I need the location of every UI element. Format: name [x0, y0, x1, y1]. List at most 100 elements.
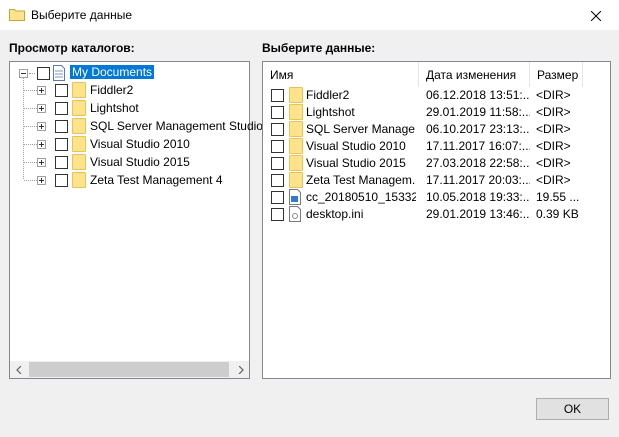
tree-item-vs2015[interactable]: Visual Studio 2015 [10, 153, 249, 171]
select-data-label: Выберите данные: [262, 41, 376, 55]
close-button[interactable] [573, 0, 619, 31]
list-item[interactable]: Zeta Test Managem... 17.11.2017 20:03:...… [263, 172, 610, 189]
ok-button[interactable]: OK [536, 398, 609, 420]
list-item[interactable]: Lightshot 29.01.2019 11:58:... <DIR> [263, 104, 610, 121]
chevron-right-icon [238, 365, 244, 374]
settings-file-icon [289, 206, 301, 222]
row-name: Zeta Test Managem... [306, 173, 416, 187]
tree-item-label: My Documents [70, 65, 155, 79]
file-list[interactable]: Имя Дата изменения Размер Fiddler2 06.12.… [262, 61, 611, 379]
folder-icon [289, 104, 303, 120]
row-checkbox[interactable] [271, 174, 284, 187]
tree-item-my-documents[interactable]: My Documents [10, 64, 249, 82]
list-header: Имя Дата изменения Размер [263, 62, 610, 87]
row-date: 29.01.2019 11:58:... [426, 105, 530, 119]
row-name: Fiddler2 [306, 88, 350, 102]
row-size: <DIR> [536, 88, 571, 102]
expand-icon[interactable] [37, 176, 46, 185]
folder-icon [289, 155, 303, 171]
column-header-size[interactable]: Размер [530, 62, 583, 87]
tree-item-lightshot[interactable]: Lightshot [10, 99, 249, 117]
row-checkbox[interactable] [271, 191, 284, 204]
document-icon [53, 65, 65, 81]
row-size: 19.55 ... [536, 190, 580, 204]
tree-checkbox[interactable] [55, 102, 68, 115]
list-item[interactable]: Visual Studio 2010 17.11.2017 16:07:... <D… [263, 138, 610, 155]
row-date: 27.03.2018 22:58:... [426, 156, 530, 170]
folder-icon [72, 100, 86, 116]
row-name: cc_20180510_15332... [306, 190, 416, 204]
folder-icon [289, 172, 303, 188]
chevron-left-icon [15, 365, 21, 374]
tree-item-label: Zeta Test Management 4 [90, 173, 223, 187]
folder-icon [72, 136, 86, 152]
horizontal-scrollbar[interactable] [10, 361, 249, 378]
tree-checkbox[interactable] [55, 174, 68, 187]
folder-icon [9, 9, 25, 21]
row-size: <DIR> [536, 122, 571, 136]
directory-tree[interactable]: My Documents Fiddler2 Lightshot SQL Serv… [9, 61, 263, 379]
scrollbar-thumb[interactable] [29, 362, 229, 377]
window-title: Выберите данные [31, 8, 133, 22]
row-checkbox[interactable] [271, 123, 284, 136]
row-date: 06.12.2018 13:51:... [426, 88, 530, 102]
tree-item-vs2010[interactable]: Visual Studio 2010 [10, 135, 249, 153]
close-icon [591, 10, 601, 21]
row-checkbox[interactable] [271, 140, 284, 153]
scroll-left-button[interactable] [10, 361, 27, 378]
tree-item-label: Fiddler2 [90, 83, 134, 97]
row-name: Visual Studio 2010 [306, 139, 406, 153]
title-bar: Выберите данные [0, 0, 619, 31]
row-name: desktop.ini [306, 207, 364, 221]
folder-icon [72, 82, 86, 98]
expand-icon[interactable] [37, 140, 46, 149]
list-item[interactable]: Visual Studio 2015 27.03.2018 22:58:... <D… [263, 155, 610, 172]
folder-icon [72, 172, 86, 188]
row-date: 17.11.2017 20:03:... [426, 173, 530, 187]
tree-item-label: Visual Studio 2010 [90, 137, 190, 151]
tree-checkbox[interactable] [55, 120, 68, 133]
expand-icon[interactable] [37, 86, 46, 95]
folder-icon [289, 121, 303, 137]
row-name: Visual Studio 2015 [306, 156, 406, 170]
row-size: 0.39 KB [536, 207, 579, 221]
row-checkbox[interactable] [271, 208, 284, 221]
tree-checkbox[interactable] [55, 156, 68, 169]
list-item[interactable]: desktop.ini 29.01.2019 13:46:... 0.39 KB [263, 206, 610, 223]
tree-item-fiddler2[interactable]: Fiddler2 [10, 81, 249, 99]
row-date: 29.01.2019 13:46:... [426, 207, 530, 221]
tree-item-zeta[interactable]: Zeta Test Management 4 [10, 171, 249, 189]
row-size: <DIR> [536, 156, 571, 170]
tree-checkbox[interactable] [55, 84, 68, 97]
expand-icon[interactable] [37, 158, 46, 167]
collapse-icon[interactable] [19, 69, 28, 78]
row-date: 06.10.2017 23:13:... [426, 122, 530, 136]
tree-checkbox[interactable] [55, 138, 68, 151]
row-checkbox[interactable] [271, 106, 284, 119]
image-file-icon [289, 189, 301, 205]
folder-icon [72, 118, 86, 134]
list-item[interactable]: Fiddler2 06.12.2018 13:51:... <DIR> [263, 87, 610, 104]
row-date: 10.05.2018 19:33:... [426, 190, 530, 204]
row-date: 17.11.2017 16:07:... [426, 139, 530, 153]
row-checkbox[interactable] [271, 89, 284, 102]
row-name: Lightshot [306, 105, 355, 119]
row-size: <DIR> [536, 173, 571, 187]
folder-icon [72, 154, 86, 170]
tree-item-sql-server[interactable]: SQL Server Management Studio [10, 117, 263, 135]
list-item[interactable]: cc_20180510_15332... 10.05.2018 19:33:...… [263, 189, 610, 206]
scroll-right-button[interactable] [232, 361, 249, 378]
folder-icon [289, 138, 303, 154]
tree-checkbox[interactable] [37, 67, 50, 80]
directory-browser-label: Просмотр каталогов: [9, 41, 135, 55]
list-item[interactable]: SQL Server Manage... 06.10.2017 23:13:...… [263, 121, 610, 138]
column-header-name[interactable]: Имя [263, 62, 419, 87]
row-checkbox[interactable] [271, 157, 284, 170]
column-header-date[interactable]: Дата изменения [419, 62, 530, 87]
tree-item-label: Visual Studio 2015 [90, 155, 190, 169]
expand-icon[interactable] [37, 122, 46, 131]
tree-item-label: Lightshot [90, 101, 139, 115]
expand-icon[interactable] [37, 104, 46, 113]
row-name: SQL Server Manage... [306, 122, 416, 136]
tree-item-label: SQL Server Management Studio [90, 119, 263, 133]
